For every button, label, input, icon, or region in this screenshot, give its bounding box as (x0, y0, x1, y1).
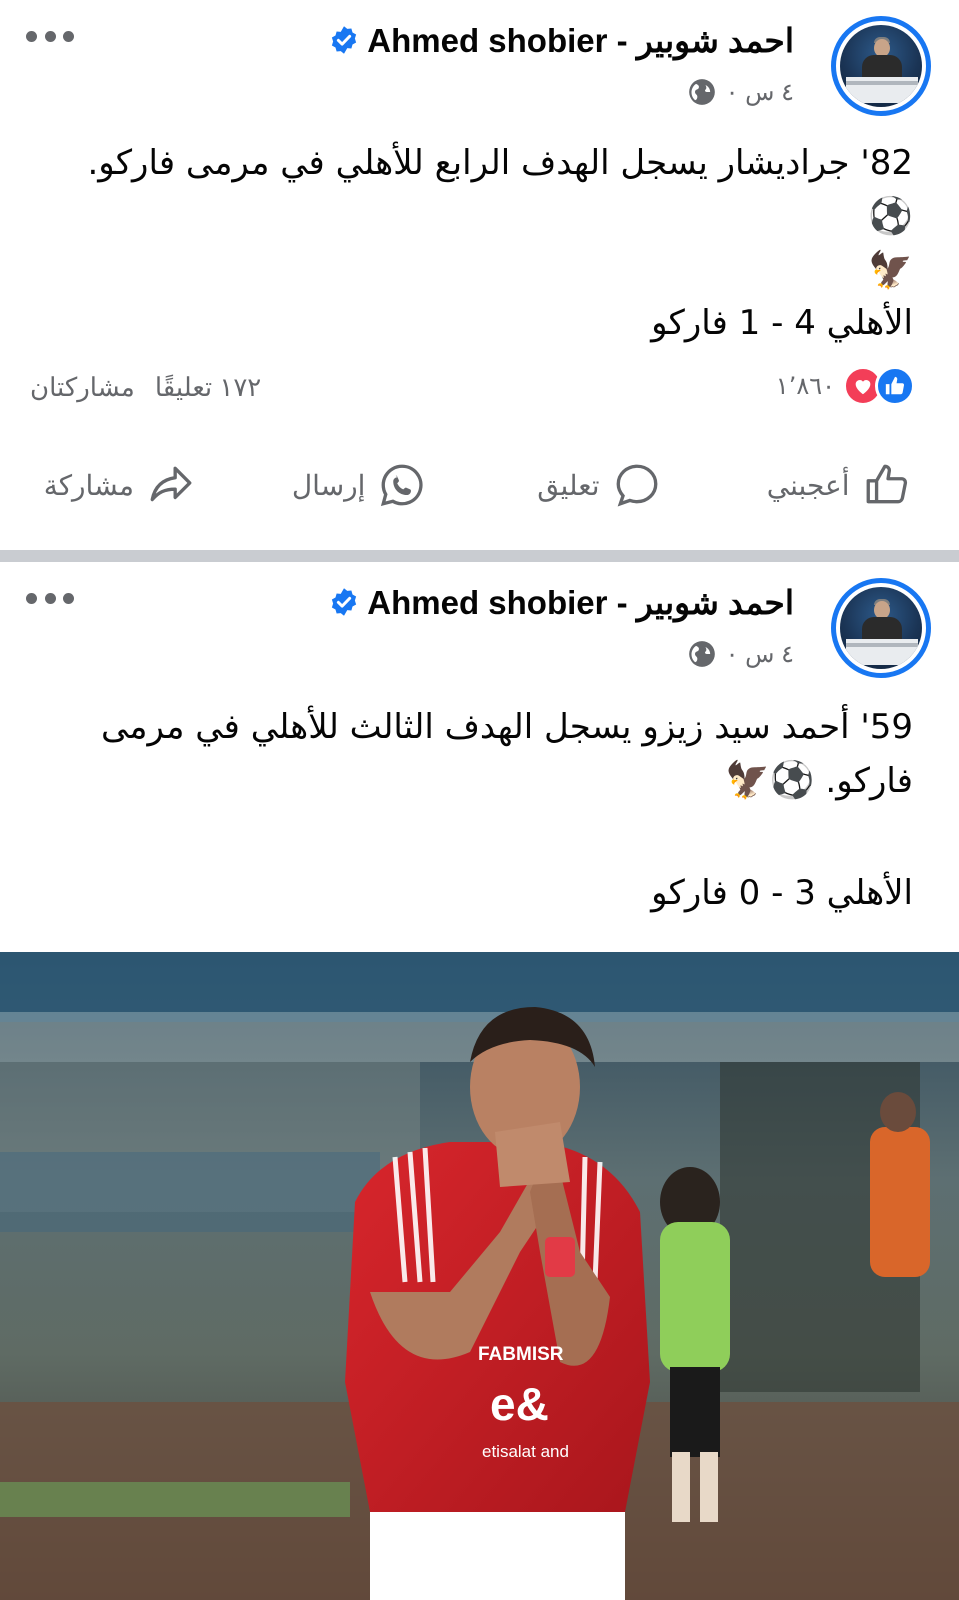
post-2: Ahmed shobier - احمد شوبير ٤ س ٠ 59' أحم… (0, 562, 959, 1600)
author-avatar[interactable] (831, 16, 931, 116)
like-label: أعجبني (766, 469, 850, 501)
share-arrow-icon (150, 466, 192, 502)
comment-bubble-icon (616, 464, 657, 507)
share-button[interactable]: مشاركة (0, 452, 240, 518)
globe-icon (688, 641, 715, 667)
post-text-line: فاركو. ⚽🦅 (724, 760, 913, 801)
eagle-emoji: 🦅 (724, 760, 770, 801)
post-header: Ahmed shobier - احمد شوبير ٤ س ٠ (0, 14, 959, 116)
soccer-ball-emoji: ⚽ (868, 196, 913, 237)
thumbs-up-icon (866, 464, 907, 504)
avatar-image (840, 587, 922, 669)
post-score: الأهلي 4 - 1 فاركو (651, 303, 913, 343)
post-text: 59' أحمد سيد زيزو يسجل الهدف الثالث للأه… (50, 700, 913, 808)
author-name[interactable]: Ahmed shobier - احمد شوبير (367, 583, 794, 622)
post-meta: ٤ س ٠ (688, 636, 794, 672)
shares-count[interactable]: مشاركتان (30, 372, 135, 403)
post-stats: ١٬٨٦٠ ١٧٢ تعليقًا مشاركتان (0, 362, 959, 412)
reactions-summary[interactable]: ١٬٨٦٠ (776, 366, 915, 406)
comment-button[interactable]: تعليق (480, 452, 720, 518)
brand-logo-text: e& (490, 1378, 549, 1430)
post-photo[interactable]: FABMISR e& etisalat and (0, 952, 959, 1600)
author-avatar[interactable] (831, 578, 931, 678)
post-text-line: 59' أحمد سيد زيزو يسجل الهدف الثالث للأه… (100, 707, 913, 747)
post-header: Ahmed shobier - احمد شوبير ٤ س ٠ (0, 576, 959, 678)
verified-badge-icon (332, 588, 357, 616)
thumbs-up-icon (875, 366, 915, 406)
post-text: 82' جراديشار يسجل الهدف الرابع للأهلي في… (50, 136, 913, 298)
share-label: مشاركة (43, 469, 135, 501)
avatar-image (840, 25, 922, 107)
engagement-counts: ١٧٢ تعليقًا مشاركتان (30, 372, 261, 403)
post-time[interactable]: ٤ س ٠ (726, 78, 794, 107)
post-text-line: 82' جراديشار يسجل الهدف الرابع للأهلي في… (87, 143, 913, 237)
action-bar: أعجبني تعليق إرسال مشاركة (0, 452, 959, 518)
more-options-icon[interactable] (26, 590, 74, 606)
author-name[interactable]: Ahmed shobier - احمد شوبير (367, 21, 794, 60)
reactions-count[interactable]: ١٬٨٦٠ (776, 372, 835, 401)
comments-count[interactable]: ١٧٢ تعليقًا (155, 372, 261, 403)
comment-label: تعليق (537, 469, 600, 501)
send-button[interactable]: إرسال (240, 452, 480, 518)
send-label: إرسال (291, 469, 366, 501)
brand-sub-text: etisalat and (482, 1442, 569, 1461)
verified-badge-icon (332, 26, 357, 54)
post-score: الأهلي 3 - 0 فاركو (651, 873, 913, 913)
globe-icon (688, 79, 715, 105)
more-options-icon[interactable] (26, 28, 74, 44)
sponsor-text: FABMISR (478, 1344, 564, 1365)
soccer-ball-emoji: ⚽ (769, 760, 815, 801)
post-time[interactable]: ٤ س ٠ (726, 640, 794, 669)
post-meta: ٤ س ٠ (688, 74, 794, 110)
author-name-row[interactable]: Ahmed shobier - احمد شوبير (329, 18, 794, 62)
author-name-row[interactable]: Ahmed shobier - احمد شوبير (329, 580, 794, 624)
post-divider (0, 550, 959, 562)
whatsapp-icon (381, 464, 424, 507)
eagle-emoji: 🦅 (868, 250, 913, 291)
player-celebration-image: FABMISR e& etisalat and (0, 952, 959, 1600)
post-1: Ahmed shobier - احمد شوبير ٤ س ٠ 82' جرا… (0, 0, 959, 550)
like-button[interactable]: أعجبني (719, 452, 959, 518)
